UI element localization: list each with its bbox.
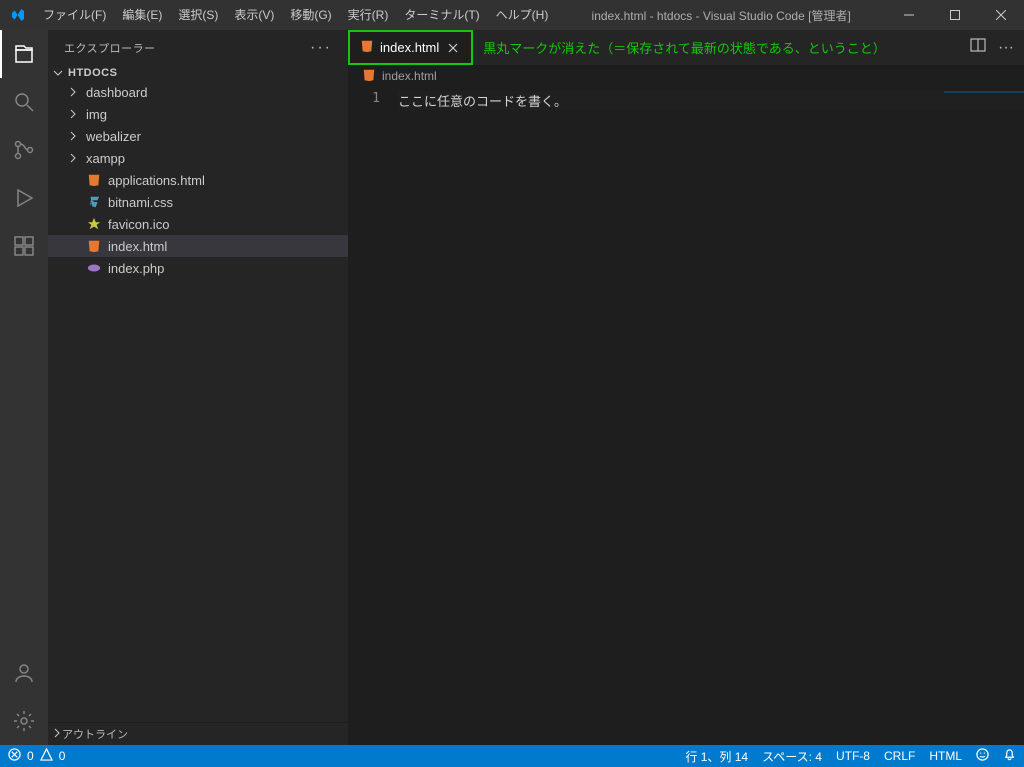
annotation-text: 黒丸マークが消えた（＝保存されて最新の状態である、ということ） xyxy=(473,30,895,65)
tree-item-index-html[interactable]: index.html xyxy=(48,235,348,257)
tree-item-bitnami-css[interactable]: # bitnami.css xyxy=(48,191,348,213)
status-feedback-icon[interactable] xyxy=(976,748,989,764)
menu-select[interactable]: 選択(S) xyxy=(170,0,226,30)
html-file-icon xyxy=(360,39,374,56)
tree-item-xampp[interactable]: xampp xyxy=(48,147,348,169)
chevron-right-icon xyxy=(66,109,80,119)
tree-item-img[interactable]: img xyxy=(48,103,348,125)
status-bell-icon[interactable] xyxy=(1003,748,1016,764)
chevron-right-icon xyxy=(66,87,80,97)
tree-item-dashboard[interactable]: dashboard xyxy=(48,81,348,103)
activity-source-control[interactable] xyxy=(0,126,48,174)
tree-item-label: favicon.ico xyxy=(108,217,169,232)
php-file-icon xyxy=(86,261,102,275)
tree-item-label: bitnami.css xyxy=(108,195,173,210)
errors-icon[interactable] xyxy=(8,748,21,764)
activity-settings[interactable] xyxy=(0,697,48,745)
html-file-icon xyxy=(86,173,102,187)
tree-item-label: index.php xyxy=(108,261,164,276)
tab-label: index.html xyxy=(380,40,439,55)
window-title: index.html - htdocs - Visual Studio Code… xyxy=(556,7,886,24)
outline-label: アウトライン xyxy=(62,726,128,742)
folder-header[interactable]: HTDOCS xyxy=(48,65,348,81)
tree-item-webalizer[interactable]: webalizer xyxy=(48,125,348,147)
activity-extensions[interactable] xyxy=(0,222,48,270)
menu-terminal[interactable]: ターミナル(T) xyxy=(396,0,487,30)
breadcrumb-file[interactable]: index.html xyxy=(382,69,437,83)
activity-search[interactable] xyxy=(0,78,48,126)
tree-item-label: xampp xyxy=(86,151,125,166)
tree-item-index-php[interactable]: index.php xyxy=(48,257,348,279)
chevron-right-icon xyxy=(66,153,80,163)
chevron-right-icon xyxy=(52,728,62,741)
editor-more-icon[interactable]: ··· xyxy=(998,39,1014,57)
tree-item-label: index.html xyxy=(108,239,167,254)
status-eol[interactable]: CRLF xyxy=(884,749,915,763)
line-number: 1 xyxy=(348,91,380,106)
warnings-count[interactable]: 0 xyxy=(59,749,66,763)
window-minimize-button[interactable] xyxy=(886,0,932,30)
errors-count[interactable]: 0 xyxy=(27,749,34,763)
status-spaces[interactable]: スペース: 4 xyxy=(762,748,822,765)
menu-run[interactable]: 実行(R) xyxy=(340,0,397,30)
status-cursor[interactable]: 行 1、列 14 xyxy=(685,748,748,765)
menu-view[interactable]: 表示(V) xyxy=(226,0,282,30)
activity-run-debug[interactable] xyxy=(0,174,48,222)
menu-file[interactable]: ファイル(F) xyxy=(35,0,114,30)
status-encoding[interactable]: UTF-8 xyxy=(836,749,870,763)
warnings-icon[interactable] xyxy=(40,748,53,764)
css-file-icon: # xyxy=(86,195,102,209)
menu-go[interactable]: 移動(G) xyxy=(282,0,339,30)
menu-edit[interactable]: 編集(E) xyxy=(114,0,170,30)
tab-index-html[interactable]: index.html xyxy=(348,30,473,65)
sidebar-title: エクスプローラー xyxy=(64,40,156,56)
folder-name: HTDOCS xyxy=(68,67,117,79)
tree-item-label: applications.html xyxy=(108,173,205,188)
tree-item-favicon-ico[interactable]: favicon.ico xyxy=(48,213,348,235)
vscode-logo-icon xyxy=(0,7,35,23)
tree-item-applications-html[interactable]: applications.html xyxy=(48,169,348,191)
svg-text:#: # xyxy=(90,199,95,208)
window-close-button[interactable] xyxy=(978,0,1024,30)
code-line-1: ここに任意のコードを書く。 xyxy=(398,91,1024,110)
outline-section[interactable]: アウトライン xyxy=(48,723,348,745)
activity-explorer[interactable] xyxy=(0,30,48,78)
minimap-indicator xyxy=(944,91,1024,93)
chevron-right-icon xyxy=(66,131,80,141)
tree-item-label: dashboard xyxy=(86,85,147,100)
split-editor-icon[interactable] xyxy=(970,37,986,58)
activity-accounts[interactable] xyxy=(0,649,48,697)
html-file-icon xyxy=(86,239,102,253)
tree-item-label: img xyxy=(86,107,107,122)
tab-close-button[interactable] xyxy=(445,40,461,56)
sidebar-more-icon[interactable]: ··· xyxy=(310,39,332,57)
status-language[interactable]: HTML xyxy=(929,749,962,763)
tree-item-label: webalizer xyxy=(86,129,141,144)
window-maximize-button[interactable] xyxy=(932,0,978,30)
menu-help[interactable]: ヘルプ(H) xyxy=(488,0,557,30)
fav-file-icon xyxy=(86,217,102,231)
chevron-down-icon xyxy=(52,68,64,78)
html-file-icon xyxy=(362,68,376,85)
editor-content[interactable]: ここに任意のコードを書く。 xyxy=(398,87,1024,745)
